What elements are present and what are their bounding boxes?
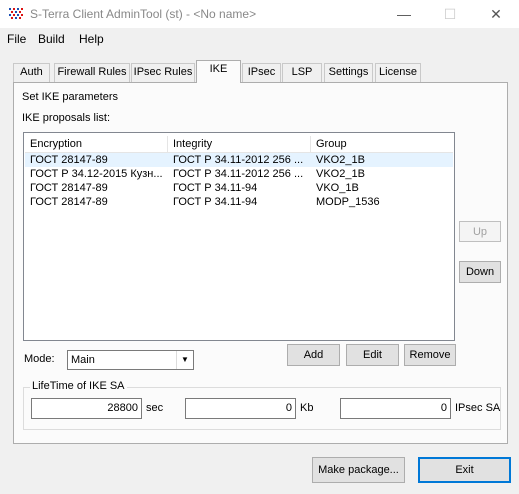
tab-ike[interactable]: IKE (196, 60, 241, 83)
title-bar: S-Terra Client AdminTool (st) - <No name… (0, 0, 519, 28)
make-package-button[interactable]: Make package... (312, 457, 405, 483)
minimize-button[interactable]: — (381, 0, 427, 28)
ike-proposals-list[interactable]: Encryption Integrity Group ГОСТ 28147-89… (23, 132, 455, 341)
exit-button[interactable]: Exit (418, 457, 511, 483)
section-heading: Set IKE parameters (22, 91, 118, 103)
lifetime-seconds-field[interactable]: 28800 (31, 398, 142, 419)
add-button[interactable]: Add (287, 344, 340, 366)
close-button[interactable]: ✕ (473, 0, 519, 28)
column-header-integrity[interactable]: Integrity (168, 136, 311, 153)
mode-label: Mode: (24, 353, 55, 365)
menu-help[interactable]: Help (79, 32, 104, 46)
maximize-button[interactable]: ☐ (427, 0, 473, 28)
app-icon (8, 7, 24, 21)
tab-lsp[interactable]: LSP (282, 63, 322, 82)
window-title: S-Terra Client AdminTool (st) - <No name… (30, 7, 257, 21)
cell-integrity: ГОСТ Р 34.11-2012 256 ... (173, 154, 304, 166)
tab-auth[interactable]: Auth (13, 63, 50, 82)
menu-build[interactable]: Build (38, 32, 65, 46)
remove-button[interactable]: Remove (404, 344, 456, 366)
mode-select[interactable]: Main ▼ (67, 350, 194, 370)
tab-settings[interactable]: Settings (324, 63, 373, 82)
up-button[interactable]: Up (459, 221, 501, 242)
cell-integrity: ГОСТ Р 34.11-94 (173, 196, 258, 208)
cell-encryption: ГОСТ 28147-89 (30, 154, 108, 166)
cell-group: VKO_1B (316, 182, 359, 194)
cell-integrity: ГОСТ Р 34.11-94 (173, 182, 258, 194)
list-row[interactable]: ГОСТ 28147-89 ГОСТ Р 34.11-94 VKO_1B (25, 181, 453, 195)
tab-license[interactable]: License (375, 63, 421, 82)
cell-encryption: ГОСТ 28147-89 (30, 182, 108, 194)
mode-value: Main (71, 354, 95, 366)
cell-integrity: ГОСТ Р 34.11-2012 256 ... (173, 168, 304, 180)
lifetime-kb-field[interactable]: 0 (185, 398, 296, 419)
list-row[interactable]: ГОСТ 28147-89 ГОСТ Р 34.11-94 MODP_1536 (25, 195, 453, 209)
seconds-unit-label: sec (146, 402, 164, 414)
list-row[interactable]: ГОСТ 28147-89 ГОСТ Р 34.11-2012 256 ... … (25, 153, 453, 167)
menu-bar: File Build Help (0, 28, 519, 50)
cell-group: MODP_1536 (316, 196, 380, 208)
chevron-down-icon: ▼ (176, 351, 193, 369)
edit-button[interactable]: Edit (346, 344, 399, 366)
list-row[interactable]: ГОСТ Р 34.12-2015 Кузн... ГОСТ Р 34.11-2… (25, 167, 453, 181)
column-header-encryption[interactable]: Encryption (25, 136, 168, 153)
proposals-list-label: IKE proposals list: (22, 112, 111, 124)
cell-encryption: ГОСТ 28147-89 (30, 196, 108, 208)
tab-firewall-rules[interactable]: Firewall Rules (54, 63, 130, 82)
down-button[interactable]: Down (459, 261, 501, 283)
cell-group: VKO2_1B (316, 154, 365, 166)
kb-unit-label: Kb (300, 402, 314, 414)
cell-encryption: ГОСТ Р 34.12-2015 Кузн... (30, 168, 163, 180)
menu-file[interactable]: File (7, 32, 26, 46)
tab-ipsec-rules[interactable]: IPsec Rules (131, 63, 195, 82)
cell-group: VKO2_1B (316, 168, 365, 180)
ipsec-sa-unit-label: IPsec SA (455, 402, 501, 414)
column-header-group[interactable]: Group (311, 136, 453, 153)
list-header: Encryption Integrity Group (25, 136, 453, 153)
lifetime-ipsec-sa-field[interactable]: 0 (340, 398, 451, 419)
tab-ipsec[interactable]: IPsec (242, 63, 281, 82)
lifetime-group-title: LifeTime of IKE SA (30, 380, 127, 392)
